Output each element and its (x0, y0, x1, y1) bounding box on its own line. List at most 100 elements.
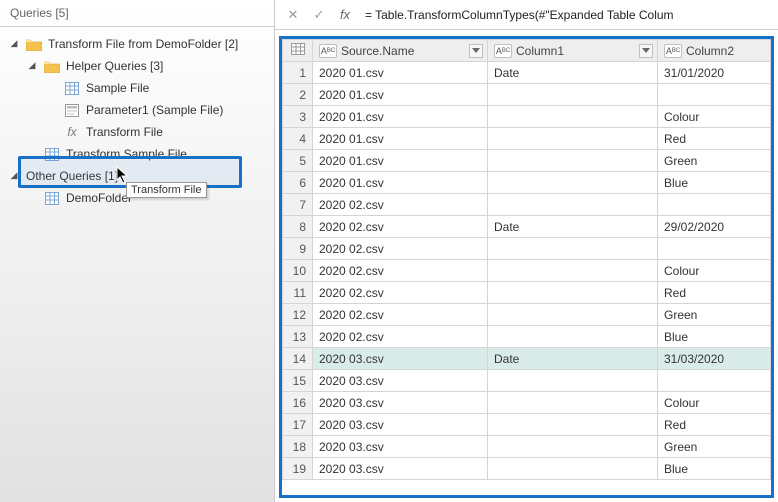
table-row[interactable]: 182020 03.csv Green (283, 436, 771, 458)
cell-column2[interactable] (658, 238, 771, 260)
cell-column1[interactable] (488, 194, 658, 216)
cell-column2[interactable]: 31/01/2020 (658, 62, 771, 84)
cell-source-name[interactable]: 2020 02.csv (313, 194, 488, 216)
table-row[interactable]: 112020 02.csvRed (283, 282, 771, 304)
tree-item-sample-file[interactable]: Sample File (0, 77, 274, 99)
cell-column2[interactable]: 29/02/2020 (658, 216, 771, 238)
cell-column2[interactable]: 31/03/2020 (658, 348, 771, 370)
row-number[interactable]: 16 (283, 392, 313, 414)
row-number[interactable]: 9 (283, 238, 313, 260)
row-number[interactable]: 4 (283, 128, 313, 150)
collapse-icon[interactable]: ◢ (8, 37, 20, 49)
cell-column1[interactable] (488, 370, 658, 392)
tree-item-transform-file-fn[interactable]: fx Transform File (0, 121, 274, 143)
cell-source-name[interactable]: 2020 02.csv (313, 304, 488, 326)
table-row[interactable]: 72020 02.csv (283, 194, 771, 216)
cell-column2[interactable]: Red (658, 282, 771, 304)
collapse-icon[interactable]: ◢ (8, 169, 20, 181)
cell-column1[interactable] (488, 238, 658, 260)
cell-source-name[interactable]: 2020 02.csv (313, 326, 488, 348)
cell-source-name[interactable]: 2020 02.csv (313, 260, 488, 282)
cell-column1[interactable] (488, 128, 658, 150)
row-number[interactable]: 13 (283, 326, 313, 348)
tree-folder-helper-queries[interactable]: ◢ Helper Queries [3] (0, 55, 274, 77)
row-number[interactable]: 19 (283, 458, 313, 480)
row-number[interactable]: 12 (283, 304, 313, 326)
cell-column2[interactable]: Blue (658, 172, 771, 194)
cell-column2[interactable]: Green (658, 150, 771, 172)
table-row[interactable]: 192020 03.csv Blue (283, 458, 771, 480)
table-row[interactable]: 172020 03.csv Red (283, 414, 771, 436)
row-number[interactable]: 17 (283, 414, 313, 436)
row-number[interactable]: 1 (283, 62, 313, 84)
cell-source-name[interactable]: 2020 01.csv (313, 106, 488, 128)
collapse-icon[interactable]: ◢ (26, 59, 38, 71)
cell-column2[interactable] (658, 194, 771, 216)
tree-folder-other-queries[interactable]: ◢ Other Queries [1] (0, 165, 274, 187)
cell-column2[interactable] (658, 370, 771, 392)
cell-source-name[interactable]: 2020 03.csv (313, 436, 488, 458)
row-number[interactable]: 2 (283, 84, 313, 106)
cell-column2[interactable]: Green (658, 436, 771, 458)
cell-source-name[interactable]: 2020 03.csv (313, 370, 488, 392)
cell-column2[interactable]: Colour (658, 106, 771, 128)
column-header-column1[interactable]: ABC Column1 (488, 40, 658, 62)
cell-column2[interactable] (658, 84, 771, 106)
cell-source-name[interactable]: 2020 03.csv (313, 348, 488, 370)
table-row[interactable]: 142020 03.csvDate31/03/2020 (283, 348, 771, 370)
table-row[interactable]: 42020 01.csv Red (283, 128, 771, 150)
cell-column1[interactable] (488, 458, 658, 480)
cell-source-name[interactable]: 2020 03.csv (313, 392, 488, 414)
cell-column2[interactable]: Green (658, 304, 771, 326)
cell-source-name[interactable]: 2020 03.csv (313, 414, 488, 436)
corner-cell[interactable] (283, 40, 313, 62)
cell-column1[interactable] (488, 326, 658, 348)
column-header-column2[interactable]: ABC Column2 (658, 40, 771, 62)
cell-source-name[interactable]: 2020 03.csv (313, 458, 488, 480)
cell-column1[interactable] (488, 304, 658, 326)
table-row[interactable]: 12020 01.csvDate31/01/2020 (283, 62, 771, 84)
cell-column2[interactable]: Red (658, 414, 771, 436)
cell-column1[interactable] (488, 392, 658, 414)
table-row[interactable]: 122020 02.csv Green (283, 304, 771, 326)
row-number[interactable]: 18 (283, 436, 313, 458)
cell-source-name[interactable]: 2020 01.csv (313, 128, 488, 150)
fx-icon[interactable]: fx (333, 3, 357, 27)
cell-column1[interactable] (488, 436, 658, 458)
tree-item-parameter1[interactable]: Parameter1 (Sample File) (0, 99, 274, 121)
data-grid[interactable]: ABC Source.Name ABC Column1 (282, 39, 771, 480)
tree-item-demofolder[interactable]: DemoFolder (0, 187, 274, 209)
cancel-formula-button[interactable]: ✕ (281, 3, 305, 27)
cell-column1[interactable]: Date (488, 62, 658, 84)
table-row[interactable]: 62020 01.csvBlue (283, 172, 771, 194)
row-number[interactable]: 15 (283, 370, 313, 392)
cell-column2[interactable]: Blue (658, 458, 771, 480)
cell-column2[interactable]: Colour (658, 392, 771, 414)
cell-column1[interactable]: Date (488, 348, 658, 370)
cell-source-name[interactable]: 2020 01.csv (313, 150, 488, 172)
row-number[interactable]: 11 (283, 282, 313, 304)
cell-column2[interactable]: Blue (658, 326, 771, 348)
table-row[interactable]: 102020 02.csvColour (283, 260, 771, 282)
column-filter-button[interactable] (639, 44, 653, 58)
cell-column2[interactable]: Colour (658, 260, 771, 282)
column-header-source-name[interactable]: ABC Source.Name (313, 40, 488, 62)
cell-column1[interactable] (488, 282, 658, 304)
text-type-icon[interactable]: ABC (494, 44, 512, 58)
table-row[interactable]: 132020 02.csv Blue (283, 326, 771, 348)
cell-source-name[interactable]: 2020 02.csv (313, 216, 488, 238)
table-row[interactable]: 162020 03.csv Colour (283, 392, 771, 414)
formula-input[interactable]: = Table.TransformColumnTypes(#"Expanded … (359, 8, 778, 22)
cell-column1[interactable] (488, 260, 658, 282)
cell-column1[interactable]: Date (488, 216, 658, 238)
cell-column2[interactable]: Red (658, 128, 771, 150)
cell-column1[interactable] (488, 172, 658, 194)
table-row[interactable]: 92020 02.csv (283, 238, 771, 260)
cell-source-name[interactable]: 2020 02.csv (313, 238, 488, 260)
cell-column1[interactable] (488, 414, 658, 436)
row-number[interactable]: 5 (283, 150, 313, 172)
row-number[interactable]: 6 (283, 172, 313, 194)
text-type-icon[interactable]: ABC (319, 44, 337, 58)
table-row[interactable]: 22020 01.csv (283, 84, 771, 106)
table-row[interactable]: 32020 01.csvColour (283, 106, 771, 128)
